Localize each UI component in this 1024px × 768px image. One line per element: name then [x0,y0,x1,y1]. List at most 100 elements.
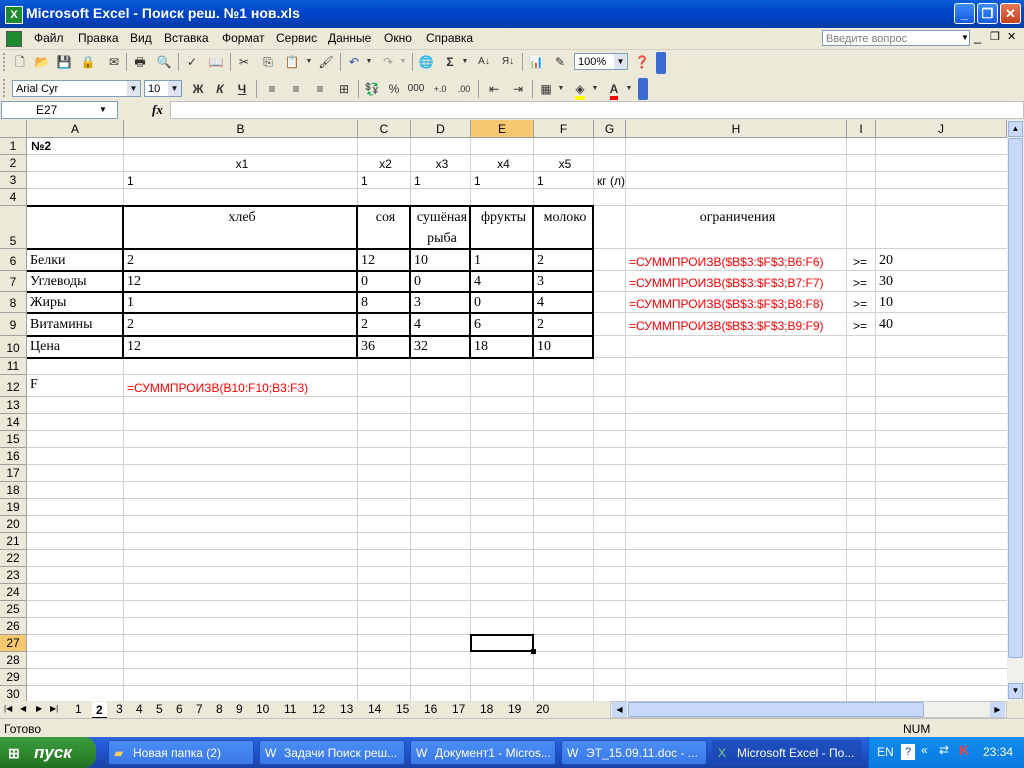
column-header-d[interactable]: D [411,120,471,138]
cell-b9[interactable]: 2 [125,317,134,333]
prev-sheet-icon[interactable]: ◀ [20,701,26,717]
cell-h7[interactable]: =СУММПРОИЗВ($B$3:$F$3;B7:F7) [627,276,824,290]
currency-icon[interactable]: 💱 [362,79,382,99]
borders-dropdown-icon[interactable]: ▼ [556,79,566,99]
task-word-document1[interactable]: W Документ1 - Micros... [410,740,556,765]
cell-e8[interactable]: 0 [472,295,481,311]
cell-a6[interactable]: Белки [28,253,66,269]
task-excel[interactable]: X Microsoft Excel - По... [712,740,862,765]
email-icon[interactable]: ✉ [104,52,124,72]
antivirus-icon[interactable]: K [959,742,969,758]
cell-e6[interactable]: 1 [472,253,481,269]
row-header-22[interactable]: 22 [0,550,27,567]
row-header-21[interactable]: 21 [0,533,27,550]
thousands-button[interactable]: 000 [406,79,426,99]
sheet-tab-14[interactable]: 14 [368,701,381,717]
row-header-12[interactable]: 12 [0,375,27,397]
cut-icon[interactable]: ✂ [234,52,254,72]
scroll-up-icon[interactable]: ▲ [1008,121,1023,137]
cell-e3[interactable]: 1 [472,174,481,188]
cell-j9[interactable]: 40 [877,317,893,333]
cell-a8[interactable]: Жиры [28,295,66,311]
cell-f8[interactable]: 4 [535,295,544,311]
row-header-25[interactable]: 25 [0,601,27,618]
sheet-tab-18[interactable]: 18 [480,701,493,717]
cell-d10[interactable]: 32 [412,339,428,355]
italic-button[interactable]: К [210,79,230,99]
sheet-tab-17[interactable]: 17 [452,701,465,717]
font-size-select[interactable]: 10 ▼ [144,80,182,97]
fill-handle[interactable] [531,649,536,654]
redo-icon[interactable]: ↷ [378,52,398,72]
row-header-11[interactable]: 11 [0,358,27,375]
sheet-tab-11[interactable]: 11 [284,701,296,717]
cell-b2[interactable]: x1 [124,157,358,171]
minimize-button[interactable]: _ [954,3,975,24]
function-icon[interactable]: fx [152,102,163,118]
menu-view[interactable]: Вид [130,31,152,45]
row-header-14[interactable]: 14 [0,414,27,431]
scroll-right-icon[interactable]: ▶ [990,702,1005,717]
cell-h9[interactable]: =СУММПРОИЗВ($B$3:$F$3;B9:F9) [627,319,824,333]
menu-tools[interactable]: Сервис [276,31,317,45]
cell-b6[interactable]: 2 [125,253,134,269]
cell-c10[interactable]: 36 [359,339,375,355]
cell-h6[interactable]: =СУММПРОИЗВ($B$3:$F$3;B6:F6) [627,255,824,269]
sheet-tab-19[interactable]: 19 [508,701,521,717]
cell-f7[interactable]: 3 [535,274,544,290]
percent-button[interactable]: % [384,79,404,99]
row-header-10[interactable]: 10 [0,336,27,358]
increase-decimal-icon[interactable]: +.0 [430,79,450,99]
menu-insert[interactable]: Вставка [164,31,209,45]
help-tray-icon[interactable]: ? [901,744,915,760]
menu-window[interactable]: Окно [384,31,412,45]
sheet-tab-12[interactable]: 12 [312,701,325,717]
permission-icon[interactable]: 🔒 [78,52,98,72]
help-search-input[interactable]: Введите вопрос [822,30,970,46]
scroll-left-icon[interactable]: ◀ [612,702,627,717]
restore-button[interactable]: ❐ [977,3,998,24]
first-sheet-icon[interactable]: |◀ [4,701,12,717]
cell-f6[interactable]: 2 [535,253,544,269]
row-header-9[interactable]: 9 [0,313,27,336]
cell-b7[interactable]: 12 [125,274,141,290]
row-header-29[interactable]: 29 [0,669,27,686]
menu-format[interactable]: Формат [222,31,265,45]
row-header-4[interactable]: 4 [0,189,27,206]
sheet-tab-8[interactable]: 8 [216,701,223,717]
row-header-19[interactable]: 19 [0,499,27,516]
column-header-a[interactable]: A [27,120,124,138]
print-icon[interactable]: 🖶 [130,52,150,72]
sort-ascending-icon[interactable]: A↓ [474,52,494,72]
cell-f2[interactable]: x5 [534,157,594,171]
menu-edit[interactable]: Правка [78,31,119,45]
sheet-tab-3[interactable]: 3 [116,701,123,717]
cell-c3[interactable]: 1 [359,174,368,188]
row-header-20[interactable]: 20 [0,516,27,533]
print-preview-icon[interactable]: 🔍 [154,52,174,72]
toolbar-grip[interactable] [3,79,9,97]
font-name-dropdown-icon[interactable]: ▼ [127,81,140,96]
cell-f5[interactable]: молоко [534,210,594,226]
zoom-select[interactable]: 100% ▼ [574,53,628,70]
horizontal-scrollbar[interactable]: ◀ ▶ [610,701,1007,718]
decrease-indent-icon[interactable]: ⇤ [484,79,504,99]
close-button[interactable]: ✕ [1000,3,1021,24]
row-header-30[interactable]: 30 [0,686,27,701]
sheet-tab-20[interactable]: 20 [536,701,549,717]
cell-f3[interactable]: 1 [535,174,544,188]
worksheet-grid[interactable]: A B C D E F G H I J 1 2 3 4 5 6 7 8 9 10… [0,120,1024,701]
row-header-17[interactable]: 17 [0,465,27,482]
font-size-dropdown-icon[interactable]: ▼ [168,81,181,96]
cell-j6[interactable]: 20 [877,253,893,269]
row-header-6[interactable]: 6 [0,249,27,271]
zoom-dropdown-icon[interactable]: ▼ [614,54,627,69]
toolbar-grip[interactable] [3,53,9,71]
row-header-2[interactable]: 2 [0,155,27,172]
column-header-g[interactable]: G [594,120,626,138]
cell-i7[interactable]: >= [851,276,867,290]
cell-c8[interactable]: 8 [359,295,368,311]
sheet-tab-2-active[interactable]: 2 [92,702,107,718]
chart-wizard-icon[interactable]: 📊 [526,52,546,72]
font-color-dropdown-icon[interactable]: ▼ [624,79,634,99]
